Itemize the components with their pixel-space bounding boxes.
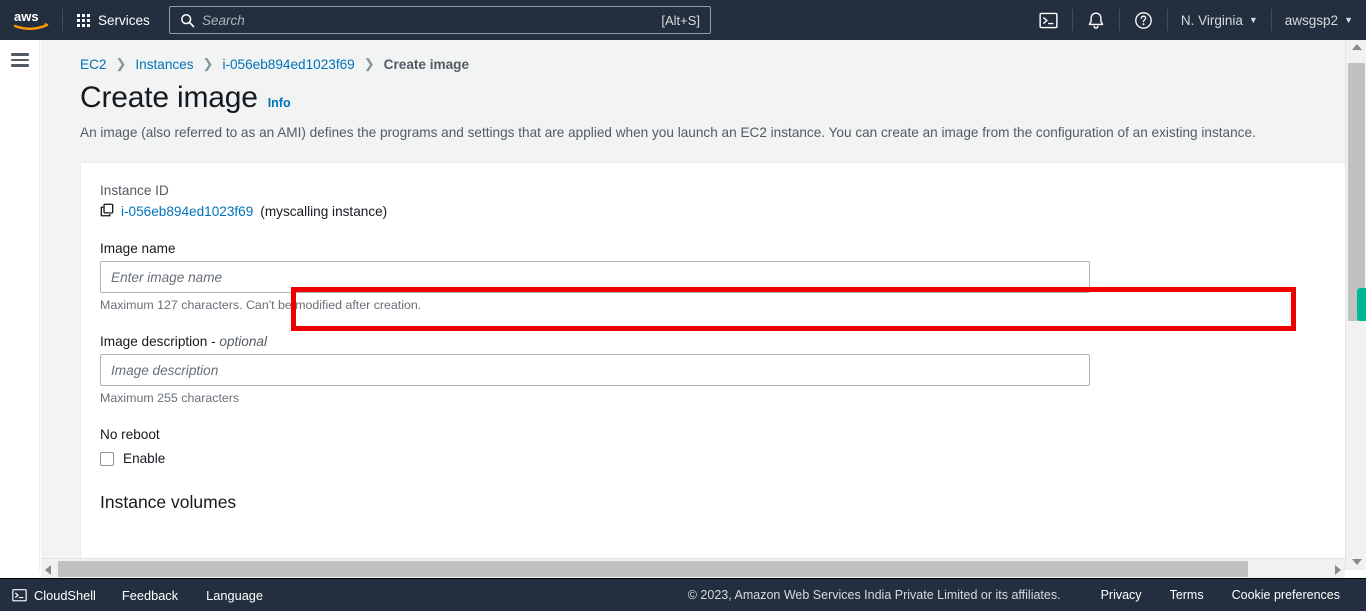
- page-description: An image (also referred to as an AMI) de…: [80, 125, 1256, 140]
- no-reboot-label: No reboot: [100, 427, 160, 442]
- cloudshell-button[interactable]: CloudShell: [12, 588, 108, 603]
- cloudshell-icon-button[interactable]: [1025, 0, 1072, 40]
- chevron-down-icon: ▼: [1248, 14, 1258, 25]
- terminal-icon: [12, 588, 27, 601]
- feedback-tab[interactable]: [1357, 288, 1366, 321]
- main-content-area: EC2 ❯ Instances ❯ i-056eb894ed1023f69 ❯ …: [41, 40, 1345, 564]
- hamburger-menu-icon[interactable]: [11, 53, 29, 67]
- no-reboot-checkbox-row[interactable]: Enable: [100, 451, 1325, 466]
- breadcrumb-separator-icon: ❯: [202, 56, 214, 71]
- footer-privacy-link[interactable]: Privacy: [1087, 588, 1156, 602]
- notifications-button[interactable]: [1073, 0, 1119, 40]
- create-image-form-card: Instance ID i-056eb894ed1023f69 (myscall…: [80, 162, 1345, 562]
- image-name-field-block: Image name Maximum 127 characters. Can't…: [100, 241, 1325, 312]
- image-description-field-block: Image description - optional Maximum 255…: [100, 334, 1325, 405]
- footer-bar: CloudShell Feedback Language © 2023, Ama…: [0, 578, 1366, 611]
- breadcrumb-separator-icon: ❯: [363, 56, 375, 71]
- no-reboot-checkbox[interactable]: [100, 451, 114, 466]
- no-reboot-field-block: No reboot Enable: [100, 427, 1325, 466]
- grid-icon: [77, 13, 90, 27]
- image-name-hint: Maximum 127 characters. Can't be modifie…: [100, 298, 422, 312]
- image-description-label-text: Image description -: [100, 334, 220, 349]
- instance-id-link[interactable]: i-056eb894ed1023f69: [121, 204, 253, 219]
- nav-right-group: N. Virginia ▼ awsgsp2 ▼: [1025, 0, 1366, 40]
- services-label: Services: [98, 12, 150, 28]
- image-description-hint: Maximum 255 characters: [100, 391, 240, 405]
- question-circle-icon: [1134, 11, 1152, 29]
- horizontal-scrollbar-thumb[interactable]: [58, 561, 1248, 577]
- breadcrumb: EC2 ❯ Instances ❯ i-056eb894ed1023f69 ❯ …: [41, 40, 1345, 72]
- global-search-box[interactable]: [Alt+S]: [169, 6, 711, 34]
- footer-right-group: © 2023, Amazon Web Services India Privat…: [688, 588, 1354, 602]
- chevron-down-icon: ▼: [1344, 14, 1353, 25]
- svg-text:aws: aws: [14, 9, 39, 24]
- page-info-link[interactable]: Info: [268, 96, 291, 110]
- top-navigation-bar: aws Services [Alt+S]: [0, 0, 1366, 40]
- account-label: awsgsp2: [1284, 12, 1339, 28]
- breadcrumb-item-create-image: Create image: [383, 56, 470, 72]
- terminal-icon: [1039, 12, 1058, 28]
- image-description-optional-text: optional: [219, 334, 268, 349]
- page-header: Create image Info: [41, 64, 1345, 115]
- copyright-text: © 2023, Amazon Web Services India Privat…: [687, 588, 1061, 602]
- no-reboot-checkbox-label: Enable: [123, 451, 166, 466]
- region-selector[interactable]: N. Virginia ▼: [1168, 0, 1271, 40]
- aws-logo-icon: aws: [13, 9, 49, 30]
- footer-left-group: CloudShell Feedback Language: [0, 588, 277, 603]
- bell-icon: [1088, 12, 1104, 29]
- help-button[interactable]: [1120, 0, 1167, 40]
- account-menu[interactable]: awsgsp2 ▼: [1272, 0, 1366, 40]
- image-description-input[interactable]: [100, 354, 1090, 386]
- breadcrumb-separator-icon: ❯: [115, 56, 127, 71]
- image-description-label: Image description - optional: [100, 334, 1325, 349]
- cloudshell-label: CloudShell: [34, 587, 96, 603]
- instance-id-row: i-056eb894ed1023f69 (myscalling instance…: [100, 203, 1325, 220]
- breadcrumb-item-instance-id[interactable]: i-056eb894ed1023f69: [222, 57, 354, 72]
- search-input[interactable]: [202, 12, 662, 28]
- scroll-right-arrow-icon[interactable]: [1335, 565, 1341, 575]
- search-shortcut-hint: [Alt+S]: [661, 12, 700, 28]
- footer-feedback-link[interactable]: Feedback: [108, 588, 192, 603]
- breadcrumb-item-instances[interactable]: Instances: [135, 57, 193, 72]
- vertical-scrollbar-thumb[interactable]: [1348, 63, 1365, 321]
- footer-terms-link[interactable]: Terms: [1156, 588, 1218, 602]
- image-name-label: Image name: [100, 241, 176, 256]
- search-icon: [180, 13, 195, 28]
- instance-volumes-heading: Instance volumes: [100, 492, 237, 512]
- instance-id-label: Instance ID: [100, 183, 169, 198]
- scroll-up-arrow-icon[interactable]: [1352, 44, 1362, 50]
- instance-alias: (myscalling instance): [260, 204, 388, 219]
- aws-logo[interactable]: aws: [0, 0, 62, 40]
- breadcrumb-item-ec2[interactable]: EC2: [80, 57, 106, 72]
- region-label: N. Virginia: [1180, 12, 1243, 28]
- image-name-input[interactable]: [100, 261, 1090, 293]
- horizontal-scrollbar[interactable]: [41, 558, 1345, 578]
- page-title: Create image: [80, 81, 258, 114]
- scroll-left-arrow-icon[interactable]: [45, 565, 51, 575]
- scroll-down-arrow-icon[interactable]: [1352, 559, 1362, 565]
- footer-language-link[interactable]: Language: [192, 588, 277, 603]
- copy-icon[interactable]: [100, 203, 114, 220]
- left-navigation-rail: [0, 40, 40, 570]
- services-menu-button[interactable]: Services: [63, 0, 162, 40]
- footer-cookie-preferences-link[interactable]: Cookie preferences: [1218, 588, 1354, 602]
